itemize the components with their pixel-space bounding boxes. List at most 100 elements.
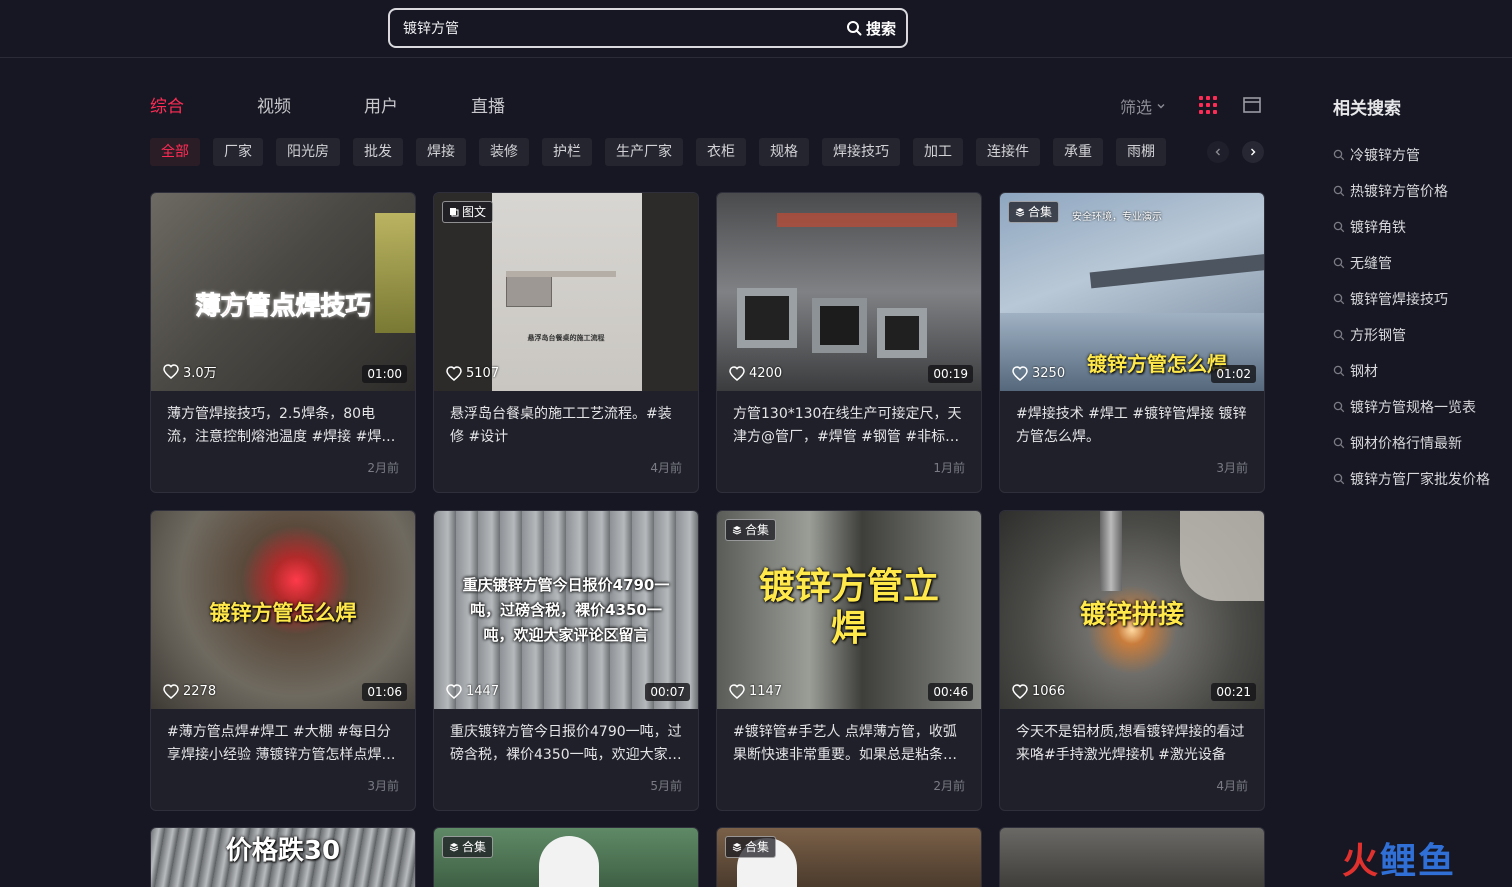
video-card[interactable]: 安全环境，专业演示 镀锌方管怎么焊 合集 3250 01:02 #焊接技术 #焊… [999, 192, 1265, 493]
heart-icon [446, 684, 462, 699]
chip[interactable]: 焊接 [416, 138, 466, 166]
search-icon [846, 21, 862, 36]
related-search-item[interactable]: 镀锌管焊接技巧 [1333, 281, 1490, 317]
chip[interactable]: 衣柜 [696, 138, 746, 166]
thumbnail-caption: 重庆镀锌方管今日报价4790一吨，过磅含税，裸价4350一吨，欢迎大家评论区留言 [462, 576, 670, 644]
list-view-icon[interactable] [1243, 97, 1261, 113]
video-card[interactable]: 薄方管点焊技巧 3.0万 01:00 薄方管焊接技巧，2.5焊条，80电流，注意… [150, 192, 416, 493]
chip[interactable]: 全部 [150, 138, 200, 166]
video-card[interactable]: 重庆镀锌方管今日报价4790一吨，过磅含税，裸价4350一吨，欢迎大家评论区留言… [433, 510, 699, 811]
like-count: 4200 [729, 366, 782, 381]
video-thumbnail: 合集 [717, 828, 981, 887]
post-time: 3月前 [367, 779, 399, 793]
chip[interactable]: 装修 [479, 138, 529, 166]
chip[interactable]: 批发 [353, 138, 403, 166]
like-count: 3.0万 [163, 362, 217, 381]
chips-prev-button[interactable] [1207, 141, 1229, 163]
thumbnail-caption: 价格跌30 [225, 836, 341, 866]
like-count: 1147 [729, 684, 782, 699]
related-search-item[interactable]: 冷镀锌方管 [1333, 137, 1490, 173]
chip[interactable]: 生产厂家 [605, 138, 683, 166]
layers-icon [732, 526, 742, 535]
video-duration: 01:02 [1211, 365, 1256, 383]
video-thumbnail: 镀锌方管怎么焊 2278 01:06 [151, 511, 415, 709]
image-text-badge: 图文 [442, 201, 494, 223]
grid-view-icon[interactable] [1199, 96, 1217, 114]
chips-next-button[interactable] [1242, 141, 1264, 163]
video-card[interactable]: 镀锌方管怎么焊 2278 01:06 #薄方管点焊#焊工 #大棚 #每日分享焊接… [150, 510, 416, 811]
chip[interactable]: 护栏 [542, 138, 592, 166]
post-time: 1月前 [933, 461, 965, 475]
video-thumbnail: 镀锌拼接 1066 00:21 [1000, 511, 1264, 709]
layers-icon [732, 843, 742, 852]
related-search-item[interactable]: 镀锌方管厂家批发价格 [1333, 461, 1490, 497]
video-card[interactable]: 合集 [716, 827, 982, 887]
chevron-right-icon [1251, 148, 1256, 156]
post-time: 3月前 [1216, 461, 1248, 475]
video-card[interactable]: 镀锌拼接 1066 00:21 今天不是铝材质,想看镀锌焊接的看过来咯#手持激光… [999, 510, 1265, 811]
video-card[interactable]: 价格跌30 [150, 827, 416, 887]
chevron-down-icon [1157, 104, 1165, 109]
search-icon [1333, 437, 1345, 449]
tab-user[interactable]: 用户 [364, 92, 471, 117]
filter-label: 筛选 [1120, 98, 1153, 117]
video-thumbnail: 合集 [434, 828, 698, 887]
chip[interactable]: 厂家 [213, 138, 263, 166]
related-search-item[interactable]: 钢材 [1333, 353, 1490, 389]
search-box: 搜索 [388, 8, 908, 48]
video-duration: 00:21 [1211, 683, 1256, 701]
video-card[interactable]: 4200 00:19 方管130*130在线生产可接定尺，天津方@管厂，#焊管 … [716, 192, 982, 493]
heart-icon [446, 366, 462, 381]
search-icon [1333, 473, 1345, 485]
video-description: 今天不是铝材质,想看镀锌焊接的看过来咯#手持激光焊接机 #激光设备 [1016, 724, 1245, 763]
video-thumbnail [1000, 828, 1264, 887]
video-card[interactable] [999, 827, 1265, 887]
related-search-item[interactable]: 镀锌方管规格一览表 [1333, 389, 1490, 425]
chip[interactable]: 阳光房 [276, 138, 340, 166]
like-count: 1066 [1012, 684, 1065, 699]
post-time: 4月前 [1216, 779, 1248, 793]
thumbnail-caption: 镀锌拼接 [1079, 600, 1184, 630]
chip[interactable]: 规格 [759, 138, 809, 166]
tab-live[interactable]: 直播 [471, 92, 578, 117]
collection-badge: 合集 [1008, 201, 1060, 223]
collection-badge: 合集 [442, 836, 494, 858]
video-thumbnail: 安全环境，专业演示 镀锌方管怎么焊 合集 3250 01:02 [1000, 193, 1264, 391]
video-thumbnail: 价格跌30 [151, 828, 415, 887]
video-description: 薄方管焊接技巧，2.5焊条，80电流，注意控制熔池温度 #焊接 #焊工 #焊接技… [167, 406, 396, 445]
thumbnail-caption: 镀锌方管怎么焊 [209, 601, 357, 625]
video-card[interactable]: 镀锌方管立焊 合集 1147 00:46 #镀锌管#手艺人 点焊薄方管，收弧果断… [716, 510, 982, 811]
video-grid-row-partial: 价格跌30 合集 合集 [150, 827, 1265, 887]
video-description: 方管130*130在线生产可接定尺，天津方@管厂，#焊管 #钢管 #非标方管 [733, 406, 962, 445]
layers-icon [449, 843, 459, 852]
search-input[interactable] [390, 10, 840, 46]
chip[interactable]: 加工 [913, 138, 963, 166]
image-text-icon [450, 208, 459, 217]
chip[interactable]: 雨棚 [1116, 138, 1166, 166]
filter-button[interactable]: 筛选 [1120, 94, 1166, 118]
related-search-item[interactable]: 无缝管 [1333, 245, 1490, 281]
related-search-item[interactable]: 方形钢管 [1333, 317, 1490, 353]
video-thumbnail: 镀锌方管立焊 合集 1147 00:46 [717, 511, 981, 709]
search-icon [1333, 293, 1345, 305]
video-description: #薄方管点焊#焊工 #大棚 #每日分享焊接小经验 薄镀锌方管怎样点焊不会烧穿 [167, 724, 396, 763]
search-icon [1333, 257, 1345, 269]
tab-all[interactable]: 综合 [150, 92, 257, 117]
chip[interactable]: 连接件 [976, 138, 1040, 166]
search-icon [1333, 221, 1345, 233]
related-search-item[interactable]: 镀锌角铁 [1333, 209, 1490, 245]
video-description: #镀锌管#手艺人 点焊薄方管，收弧果断快速非常重要。如果总是粘条可以适当调大电流 [733, 724, 957, 763]
related-search-item[interactable]: 热镀锌方管价格 [1333, 173, 1490, 209]
tab-video[interactable]: 视频 [257, 92, 364, 117]
related-searches-title: 相关搜索 [1333, 99, 1401, 119]
video-card[interactable]: 合集 [433, 827, 699, 887]
chip[interactable]: 焊接技巧 [822, 138, 900, 166]
video-description: 重庆镀锌方管今日报价4790一吨，过磅含税，裸价4350一吨，欢迎大家评论区留言 [450, 724, 682, 763]
watermark-logo: 火鲤鱼 [1342, 841, 1457, 882]
video-thumbnail: 悬浮岛台餐桌的施工流程 图文 5107 [434, 193, 698, 391]
chip[interactable]: 承重 [1053, 138, 1103, 166]
related-search-item[interactable]: 钢材价格行情最新 [1333, 425, 1490, 461]
video-card[interactable]: 悬浮岛台餐桌的施工流程 图文 5107 悬浮岛台餐桌的施工工艺流程。#装修 #设… [433, 192, 699, 493]
heart-icon [1012, 684, 1028, 699]
search-button[interactable]: 搜索 [840, 10, 906, 46]
